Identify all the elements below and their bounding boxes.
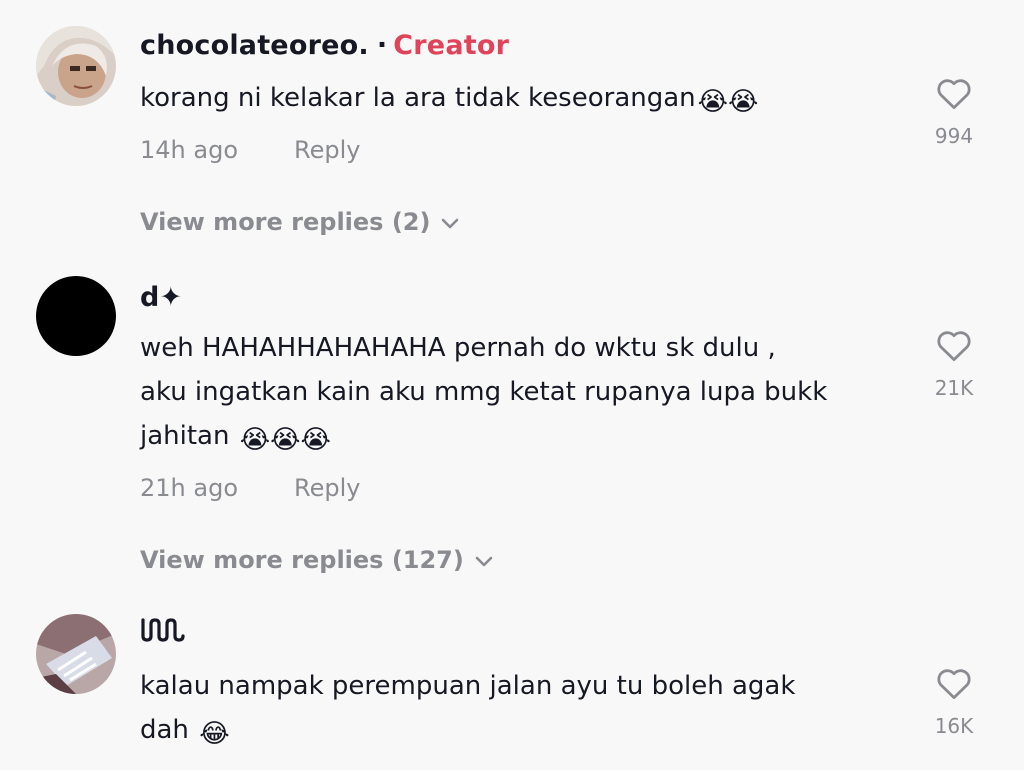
avatar[interactable] [36,26,116,106]
view-more-replies[interactable]: View more replies (2) [140,208,460,236]
view-more-label[interactable]: View more replies (2) [140,208,430,236]
avatar[interactable] [36,614,116,694]
username[interactable]: ɯ [140,614,186,651]
heart-outline-icon[interactable] [935,328,973,362]
crying-face-emoji: 😭😭 [697,87,759,117]
reply-button[interactable]: Reply [294,136,360,164]
like-button[interactable]: 994 [930,76,978,148]
comment-text: weh HAHAHHAHAHAHA pernah do wktu sk dulu… [140,326,900,462]
reply-button[interactable]: Reply [294,474,360,502]
view-more-replies[interactable]: View more replies (127) [140,546,494,574]
comment-text-line-last: dah 😂 [140,708,900,756]
username[interactable]: chocolateoreo. · Creator [140,30,509,61]
crying-face-emoji: 😭😭😭 [239,425,331,455]
comment-text-line: weh HAHAHHAHAHAHA pernah do wktu sk dulu… [140,333,776,363]
chevron-down-icon[interactable] [474,554,494,568]
heart-outline-icon[interactable] [935,666,973,700]
timestamp: 21h ago [140,474,239,502]
comment-text-line: aku ingatkan kain aku mmg ketat rupanya … [140,377,828,407]
comment-text-line: jahitan [140,421,238,451]
comment-text-line: dah [140,715,198,745]
heart-outline-icon[interactable] [935,76,973,110]
like-count: 994 [934,124,974,148]
comment-text-line-last: jahitan 😭😭😭 [140,414,900,462]
comment-text-line: kalau nampak perempuan jalan ayu tu bole… [140,671,796,701]
comment-text: kalau nampak perempuan jalan ayu tu bole… [140,664,900,756]
like-count: 16K [934,714,974,738]
like-button[interactable]: 16K [930,666,978,738]
avatar[interactable] [36,276,116,356]
view-more-label[interactable]: View more replies (127) [140,546,464,574]
like-count: 21K [934,376,974,400]
tears-of-joy-emoji: 😂 [199,719,230,749]
like-button[interactable]: 21K [930,328,978,400]
comment-meta: 21h ago Reply [140,474,360,502]
creator-badge: Creator [393,30,510,61]
comment-text-line: korang ni kelakar la ara tidak keseorang… [140,83,696,113]
separator-dot: · [376,30,388,61]
username-glyph[interactable] [140,614,186,644]
chevron-down-icon[interactable] [440,216,460,230]
comment-text: korang ni kelakar la ara tidak keseorang… [140,76,900,124]
username[interactable]: d✦ [140,282,182,313]
username-text[interactable]: d✦ [140,282,182,313]
comment-meta: 14h ago Reply [140,136,360,164]
timestamp: 14h ago [140,136,239,164]
username-text[interactable]: chocolateoreo. [140,30,369,61]
